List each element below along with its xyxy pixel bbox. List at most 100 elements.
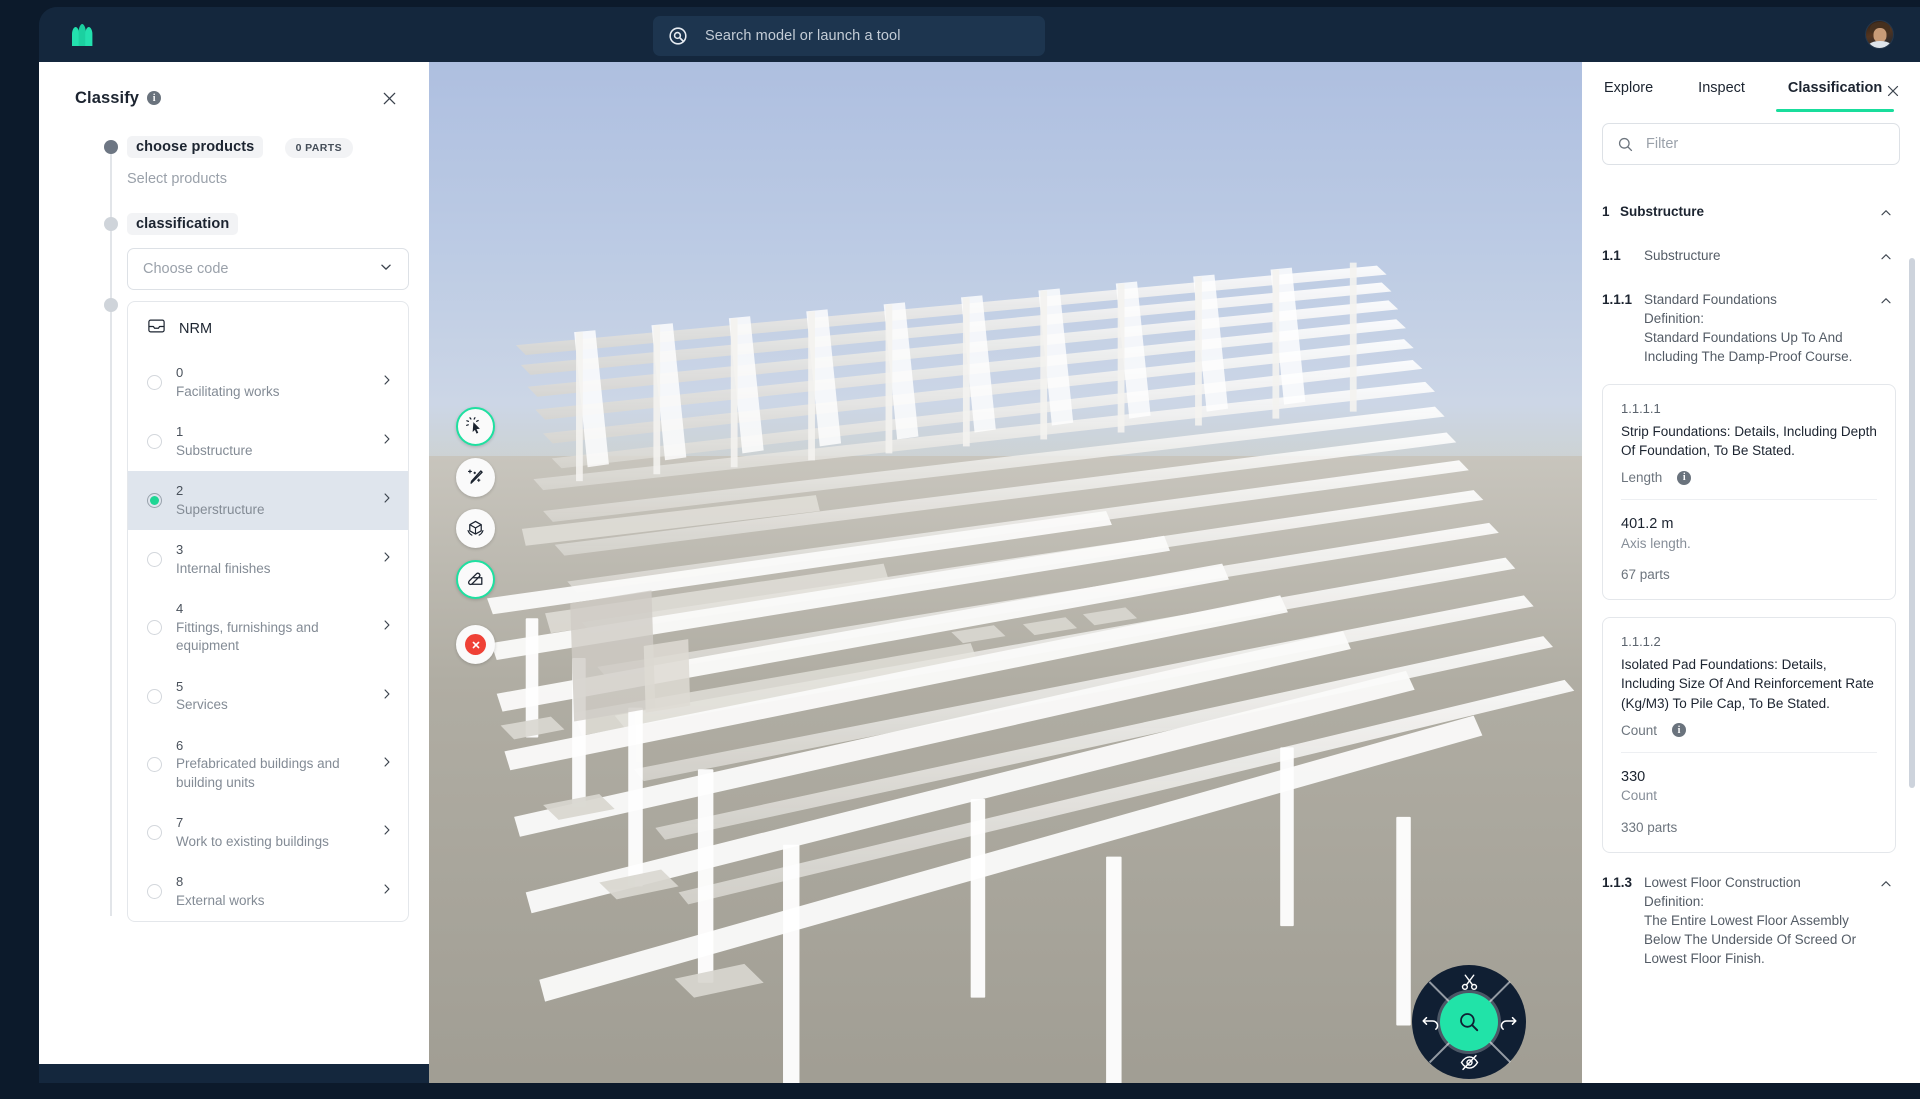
chevron-up-icon[interactable] [1878,290,1896,314]
radio-button[interactable] [147,883,162,899]
radio-button[interactable] [147,375,162,391]
tree-node[interactable]: 1.1 Substructure [1602,226,1896,270]
radio-button[interactable] [147,434,162,450]
scrollbar-thumb[interactable] [1909,258,1915,788]
tab-classification[interactable]: Classification [1775,80,1895,112]
scissors-icon[interactable] [1456,969,1482,995]
card-metric-label: Length [1621,470,1663,486]
chevron-right-icon[interactable] [379,617,395,638]
close-icon[interactable] [377,86,401,110]
cancel-tool[interactable] [456,625,495,664]
measurement-card[interactable]: 1.1.1.1 Strip Foundations: Details, Inclu… [1602,383,1896,600]
mountain-logo[interactable] [67,21,97,47]
choose-code-select[interactable]: Choose code [127,248,409,290]
chevron-right-icon[interactable] [379,686,395,707]
radio-button[interactable] [147,756,162,772]
filter-input[interactable]: Filter [1602,123,1900,165]
radio-button[interactable] [147,688,162,704]
chevron-up-icon[interactable] [1878,202,1896,226]
nrm-code-row[interactable]: 2 Superstructure [128,471,408,531]
cancel-badge [465,634,486,655]
radio-button[interactable] [147,620,162,636]
filter-placeholder[interactable]: Filter [1646,136,1678,152]
tree-node[interactable]: 1 Substructure [1602,182,1896,226]
step-label: choose products [127,136,264,158]
nrm-code-label: Substructure [176,442,253,458]
rotate-model-tool[interactable] [456,509,495,548]
nrm-code-row[interactable]: 8 External works [128,862,408,921]
chevron-right-icon[interactable] [379,431,395,452]
card-parts-count: 67 parts [1621,567,1670,582]
nrm-rows: 0 Facilitating works 1 Substructure 2 Superst… [128,353,408,921]
nrm-code-text: 6 Prefabricated buildings and building un… [176,737,373,792]
tree-scroll-content: 1 Substructure 1.1 Substructure 1.1.1 Standar… [1582,182,1916,988]
chevron-up-icon[interactable] [1878,873,1896,897]
radial-nav-menu[interactable] [1412,965,1526,1079]
info-icon[interactable]: i [147,91,162,105]
card-title: Strip Foundations: Details, Including De… [1621,423,1877,458]
nrm-code-row[interactable]: 1 Substructure [128,412,408,471]
nrm-code-row[interactable]: 4 Fittings, furnishings and equipment [128,589,408,666]
model-viewport[interactable] [429,62,1582,1099]
nrm-list-title: NRM [179,320,213,337]
page-title: Classify [75,88,140,107]
tree-node-code: 1.1.3 [1602,874,1633,890]
measurement-card[interactable]: 1.1.1.2 Isolated Pad Foundations: Details… [1602,617,1896,853]
nrm-code-row[interactable]: 5 Services [128,667,408,726]
nrm-code-row[interactable]: 6 Prefabricated buildings and building un… [128,726,408,803]
card-metric: Length i [1621,470,1877,501]
radio-button[interactable] [147,824,162,840]
tree-node[interactable]: 1.1.3 Lowest Floor Construction Definitio… [1602,853,1896,969]
info-icon[interactable]: i [1672,723,1687,738]
nrm-code-number: 3 [176,542,184,558]
step-classification[interactable]: classification Choose code NRM 0 Facilit… [39,213,409,922]
chevron-right-icon[interactable] [379,490,395,511]
hide-eye-icon[interactable] [1456,1049,1482,1075]
card-value-sublabel: Axis length. [1621,535,1691,551]
classify-steps: choose products 0 PARTS Select products … [39,136,429,922]
search-input[interactable]: Search model or launch a tool [705,28,901,44]
card-code: 1.1.1.2 [1621,634,1661,649]
tree-node-code: 1 [1602,204,1610,219]
step-choose-products[interactable]: choose products 0 PARTS Select products [39,136,391,187]
tab-explore[interactable]: Explore [1604,80,1653,112]
radio-button[interactable] [147,493,162,509]
choose-code-value: Choose code [143,261,229,277]
chevron-right-icon[interactable] [379,754,395,775]
nrm-code-number: 5 [176,678,184,694]
select-cursor-tool[interactable] [456,407,495,446]
tab-inspect[interactable]: Inspect [1698,80,1745,112]
nrm-code-number: 0 [176,365,184,380]
redo-icon[interactable] [1495,1009,1521,1035]
user-avatar[interactable] [1865,20,1894,49]
step-bullet [104,140,118,154]
nrm-code-text: 5 Services [176,678,373,715]
close-icon[interactable] [1882,80,1903,102]
chevron-right-icon[interactable] [379,881,395,902]
nrm-code-text: 8 External works [176,873,373,910]
chevron-up-icon[interactable] [1878,246,1896,270]
radio-button[interactable] [147,552,162,568]
tree-node-name: Substructure [1620,204,1705,219]
nrm-code-label: External works [176,892,265,908]
global-search[interactable]: Search model or launch a tool [653,16,1045,56]
nrm-code-row[interactable]: 3 Internal finishes [128,530,408,589]
nrm-code-row[interactable]: 0 Facilitating works [128,353,408,412]
nrm-code-row[interactable]: 7 Work to existing buildings [128,803,408,862]
building-model [429,62,1582,1099]
chevron-right-icon[interactable] [379,822,395,843]
app-root: Search model or launch a tool Classify i… [0,0,1920,1099]
magic-wand-tool[interactable] [456,458,495,497]
chevron-right-icon[interactable] [379,372,395,393]
chevron-right-icon[interactable] [379,549,395,570]
tree-node[interactable]: 1.1.1 Standard Foundations Definition: St… [1602,270,1896,367]
nrm-code-label: Prefabricated buildings and building uni… [176,756,340,790]
tag-label-tool[interactable] [456,560,495,599]
step-bullet [104,217,118,231]
card-title: Isolated Pad Foundations: Details, Inclu… [1621,657,1874,711]
panel-tabs: Explore Inspect Classification [1582,62,1920,112]
step-bullet [104,298,118,312]
info-icon[interactable]: i [1677,470,1692,485]
zoom-search-icon[interactable] [1440,993,1498,1051]
card-metric-label: Count [1621,722,1658,738]
